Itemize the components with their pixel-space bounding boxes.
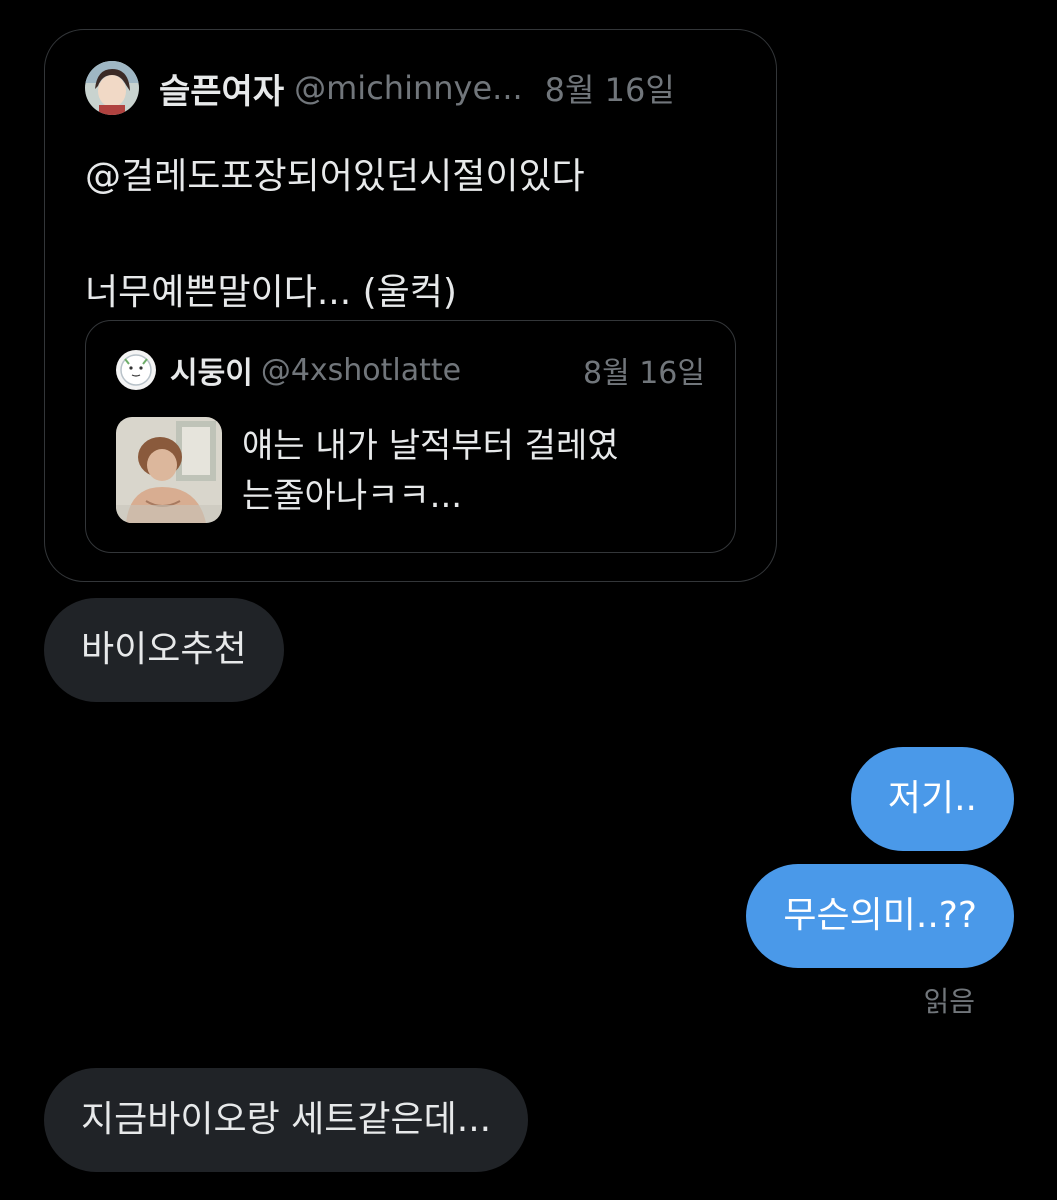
author-avatar[interactable] [85,61,139,115]
tweet-text-line: 너무예쁜말이다... (울컥) [85,272,457,313]
nested-header: 시둥이 @4xshotlatte 8월 16일 [116,347,705,393]
nested-author-avatar[interactable] [116,350,156,390]
received-message-bubble[interactable]: 바이오추천 [44,598,284,702]
nested-tweet-date: 8월 16일 [583,356,705,391]
author-name: 슬픈여자 [159,71,285,112]
nested-text-line: 얘는 내가 날적부터 걸레였 [242,426,619,466]
tweet-text-line: @걸레도포장되어있던시절이있다 [85,156,585,197]
nested-tweet-text: 얘는 내가 날적부터 걸레였 는줄아나ㅋㅋ... [242,421,702,521]
nested-author-handle: @4xshotlatte [260,352,462,388]
read-receipt: 읽음 [923,985,975,1018]
tweet-text-line [85,206,745,264]
nested-quote-card[interactable]: 시둥이 @4xshotlatte 8월 16일 얘는 내가 날적부터 걸레였 는… [85,320,736,553]
quoted-tweet-card[interactable]: 슬픈여자 @michinnye... 8월 16일 @걸레도포장되어있던시절이있… [44,29,777,582]
received-message-bubble[interactable]: 지금바이오랑 세트같은데... [44,1068,529,1172]
tweet-header: 슬픈여자 @michinnye... 8월 16일 [85,60,675,116]
nested-author-name: 시둥이 [170,356,253,391]
tweet-text: @걸레도포장되어있던시절이있다 너무예쁜말이다... (울컥) [85,148,745,322]
nested-text-line: 는줄아나ㅋㅋ... [242,476,463,516]
tweet-date: 8월 16일 [544,71,675,109]
nested-thumbnail-image[interactable] [116,417,222,523]
sent-message-bubble[interactable]: 저기.. [850,747,1014,851]
author-handle: @michinnye... [294,69,523,107]
sent-message-bubble[interactable]: 무슨의미..?? [746,864,1014,968]
